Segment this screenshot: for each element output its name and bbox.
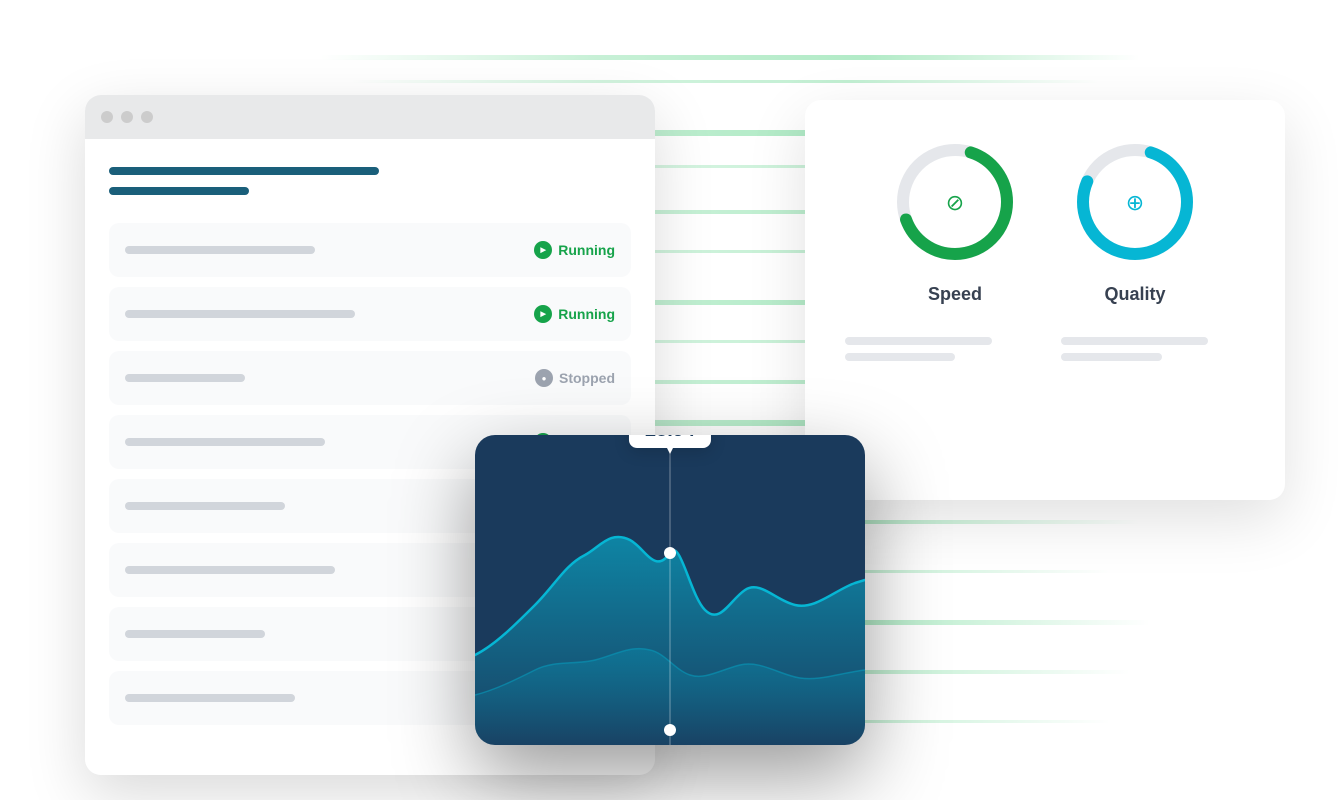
list-item-bar <box>125 310 355 318</box>
status-dot-stopped <box>535 369 553 387</box>
header-bar-small <box>109 187 249 195</box>
crosshair-dot-bottom <box>664 724 676 736</box>
crosshair-dot-top <box>664 547 676 559</box>
list-item-bar <box>125 374 245 382</box>
status-badge-running: Running <box>534 305 615 323</box>
speed-gauge-svg: ⊘ <box>885 132 1025 272</box>
gauges-row: ⊘ Speed ⊕ Quality <box>837 132 1253 305</box>
browser-dot-1 <box>101 111 113 123</box>
status-text: Running <box>558 306 615 322</box>
quality-label: Quality <box>1104 284 1165 305</box>
status-dot-running <box>534 305 552 323</box>
dashboard-placeholder-bars <box>837 337 1253 369</box>
list-item: Stopped <box>109 351 631 405</box>
status-dot-running <box>534 241 552 259</box>
placeholder-bar <box>845 353 955 361</box>
browser-dot-2 <box>121 111 133 123</box>
chart-inner <box>475 435 865 745</box>
streak-line-0 <box>320 55 1140 60</box>
list-item: Running <box>109 223 631 277</box>
speed-label: Speed <box>928 284 982 305</box>
speed-placeholder-bars <box>845 337 1029 369</box>
list-item-bar <box>125 566 335 574</box>
header-bar-large <box>109 167 379 175</box>
chart-tooltip: 23.94 <box>629 435 711 448</box>
status-badge-running: Running <box>534 241 615 259</box>
chart-tooltip-value: 23.94 <box>645 435 695 441</box>
status-text: Stopped <box>559 370 615 386</box>
list-item-bar <box>125 502 285 510</box>
scene: Running Running Stopped <box>0 0 1340 800</box>
svg-text:⊘: ⊘ <box>946 190 964 215</box>
list-item-bar <box>125 438 325 446</box>
list-item-bar <box>125 630 265 638</box>
status-text: Running <box>558 242 615 258</box>
placeholder-bar <box>845 337 992 345</box>
dashboard-card: ⊘ Speed ⊕ Quality <box>805 100 1285 500</box>
placeholder-bar <box>1061 353 1162 361</box>
browser-dot-3 <box>141 111 153 123</box>
quality-gauge-container: ⊕ Quality <box>1065 132 1205 305</box>
chart-svg <box>475 435 865 745</box>
chart-card: 23.94 <box>475 435 865 745</box>
speed-gauge-container: ⊘ Speed <box>885 132 1025 305</box>
quality-gauge-svg: ⊕ <box>1065 132 1205 272</box>
quality-placeholder-bars <box>1061 337 1245 369</box>
placeholder-bar <box>1061 337 1208 345</box>
list-item: Running <box>109 287 631 341</box>
list-item-bar <box>125 694 295 702</box>
svg-text:⊕: ⊕ <box>1126 190 1144 215</box>
list-item-bar <box>125 246 315 254</box>
status-badge-stopped: Stopped <box>535 369 615 387</box>
browser-titlebar <box>85 95 655 139</box>
streak-line-1 <box>350 80 1100 83</box>
